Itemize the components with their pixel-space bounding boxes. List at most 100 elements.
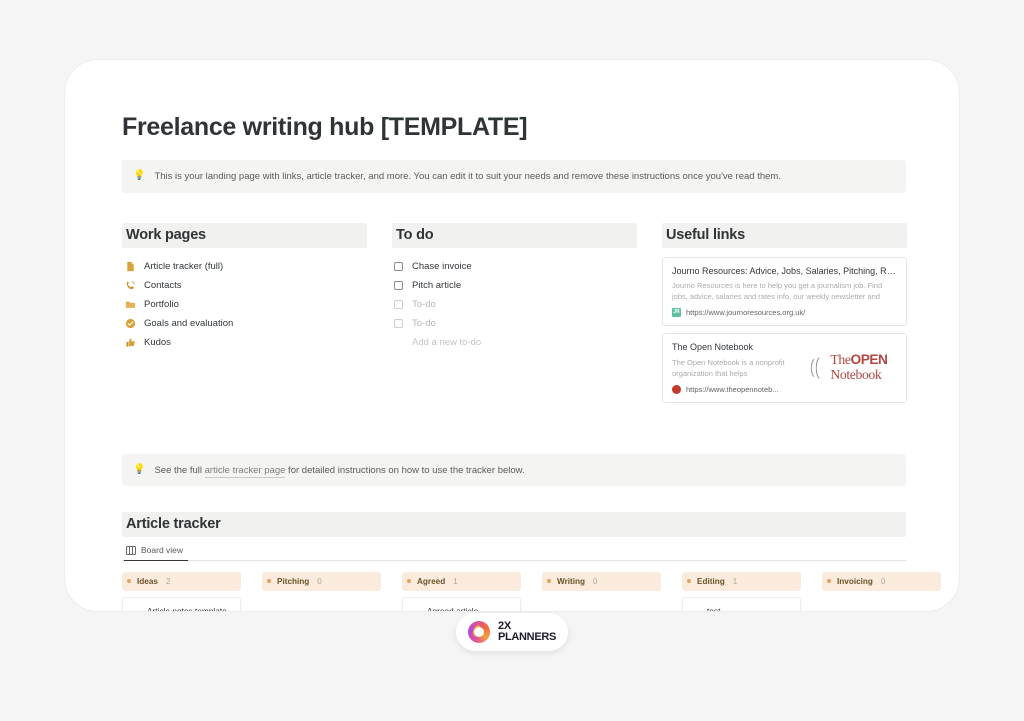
mid-callout-text-before: See the full (154, 464, 205, 476)
page-title: Freelance writing hub [TEMPLATE] (122, 113, 528, 141)
bookmark-card-journo-resources[interactable]: Journo Resources: Advice, Jobs, Salaries… (662, 256, 907, 327)
bookmark-url: https://www.journoresources.org.uk/ (686, 308, 806, 318)
board-column-name: Writing (557, 576, 586, 586)
work-page-label: Portfolio (144, 299, 179, 311)
to-do-item[interactable]: Pitch article (392, 276, 637, 295)
favicon-icon (672, 384, 681, 394)
to-do-item[interactable]: To-do (392, 295, 637, 314)
board-column-header[interactable]: Pitching 0 (262, 572, 381, 592)
status-dot-icon (407, 579, 411, 584)
checkbox[interactable] (394, 261, 403, 271)
board-column-header[interactable]: Agreed 1 (402, 572, 521, 592)
notion-page-card: Freelance writing hub [TEMPLATE] 💡 This … (64, 59, 960, 612)
onb-open: OPEN (850, 351, 888, 368)
board-column-ideas: Ideas 2 Article notes template (122, 572, 241, 611)
three-column-section: Work pages Article tracker (full) Contac… (122, 222, 907, 410)
open-notebook-wordmark: TheOPEN Notebook (830, 351, 888, 384)
work-pages-column: Work pages Article tracker (full) Contac… (122, 222, 367, 410)
status-dot-icon (547, 579, 551, 584)
work-page-link-kudos[interactable]: Kudos (122, 333, 367, 352)
open-notebook-arcs-icon (810, 353, 828, 382)
checkbox[interactable] (394, 299, 403, 309)
board-column-header[interactable]: Writing 0 (542, 572, 661, 592)
checkbox[interactable] (394, 318, 403, 328)
bookmark-title: The Open Notebook (672, 342, 754, 353)
board-column-header[interactable]: Editing 1 (682, 572, 801, 592)
screenshot-root: Freelance writing hub [TEMPLATE] 💡 This … (0, 0, 1024, 721)
favicon-icon: JR (672, 308, 681, 318)
board-column-header[interactable]: Invoicing 0 (822, 572, 941, 592)
board-column-name: Ideas (137, 576, 158, 586)
mid-callout-text: See the full article tracker page for de… (154, 463, 525, 478)
check-circle-icon (124, 317, 136, 329)
kanban-board: Ideas 2 Article notes template Pitching … (122, 572, 941, 611)
note-icon (131, 606, 140, 611)
status-dot-icon (827, 579, 831, 584)
work-pages-heading: Work pages (122, 222, 367, 248)
bookmark-card-open-notebook[interactable]: The Open Notebook The Open Notebook is a… (662, 333, 907, 403)
board-card[interactable]: test (682, 597, 801, 611)
tab-board-view-label: Board view (141, 545, 184, 556)
bookmark-title: Journo Resources: Advice, Jobs, Salaries… (672, 265, 897, 276)
article-tracker-heading: Article tracker (122, 512, 906, 538)
status-dot-icon (127, 579, 131, 584)
to-do-item[interactable]: To-do (392, 314, 637, 333)
board-view-icon (126, 545, 136, 555)
work-page-label: Article tracker (full) (144, 261, 224, 273)
lightbulb-icon: 💡 (133, 170, 146, 181)
checkbox[interactable] (394, 280, 403, 290)
work-page-label: Kudos (144, 337, 171, 349)
status-dot-icon (687, 579, 691, 584)
board-column-name: Invoicing (837, 576, 873, 586)
work-page-link-portfolio[interactable]: Portfolio (122, 295, 367, 314)
to-do-label: To-do (412, 317, 436, 329)
work-page-label: Goals and evaluation (144, 318, 234, 330)
tab-board-view[interactable]: Board view (124, 542, 189, 562)
bookmark-url-row: https://www.theopennoteb... (672, 384, 787, 394)
watermark-text: 2X PLANNERS (497, 620, 557, 643)
board-column-count: 1 (732, 576, 738, 586)
board-card[interactable]: Agreed article (402, 597, 521, 611)
board-column-editing: Editing 1 test (682, 572, 801, 611)
add-to-do-placeholder[interactable]: Add a new to-do (392, 333, 637, 352)
view-tab-bar: Board view (122, 542, 906, 562)
board-column-name: Pitching (277, 576, 310, 586)
bookmark-description: The Open Notebook is a nonprofit organiz… (672, 357, 785, 378)
work-page-link-contacts[interactable]: Contacts (122, 276, 367, 295)
bookmark-url: https://www.theopennoteb... (686, 384, 779, 394)
folder-icon (124, 298, 136, 310)
to-do-heading: To do (392, 222, 637, 248)
bookmark-body: Journo Resources: Advice, Jobs, Salaries… (663, 258, 906, 325)
board-column-name: Agreed (417, 576, 446, 586)
note-icon (691, 606, 700, 611)
bookmark-body: The Open Notebook The Open Notebook is a… (663, 334, 796, 401)
watermark-line-2: PLANNERS (497, 631, 557, 643)
board-card[interactable]: Article notes template (122, 597, 241, 611)
onb-notebook: Notebook (830, 368, 882, 384)
to-do-label: To-do (412, 298, 436, 310)
status-dot-icon (267, 579, 271, 584)
work-page-link-goals[interactable]: Goals and evaluation (122, 314, 367, 333)
work-page-label: Contacts (144, 280, 182, 292)
article-tracker-page-link[interactable]: article tracker page (204, 464, 286, 478)
board-column-invoicing: Invoicing 0 (822, 572, 941, 597)
top-callout: 💡 This is your landing page with links, … (122, 160, 906, 193)
top-callout-text: This is your landing page with links, ar… (154, 171, 781, 182)
note-icon (411, 606, 420, 611)
article-tracker-section: Article tracker Board view Ideas 2 Artic… (122, 512, 941, 611)
mid-callout: 💡 See the full article tracker page for … (122, 453, 906, 487)
planners-logo-icon (467, 621, 490, 643)
to-do-label: Pitch article (412, 279, 462, 291)
page-content: Freelance writing hub [TEMPLATE] 💡 This … (122, 112, 941, 611)
board-column-count: 2 (165, 576, 171, 586)
board-column-count: 0 (317, 576, 322, 586)
board-column-agreed: Agreed 1 Agreed article (402, 572, 521, 611)
work-page-link-article-tracker[interactable]: Article tracker (full) (122, 257, 367, 276)
to-do-item[interactable]: Chase invoice (392, 257, 637, 276)
board-column-header[interactable]: Ideas 2 (122, 572, 241, 592)
useful-links-column: Useful links Journo Resources: Advice, J… (662, 222, 907, 410)
board-column-count: 0 (593, 576, 598, 586)
watermark-badge: 2X PLANNERS (456, 613, 568, 651)
board-column-count: 0 (880, 576, 886, 586)
mid-callout-wrap: 💡 See the full article tracker page for … (122, 453, 906, 487)
